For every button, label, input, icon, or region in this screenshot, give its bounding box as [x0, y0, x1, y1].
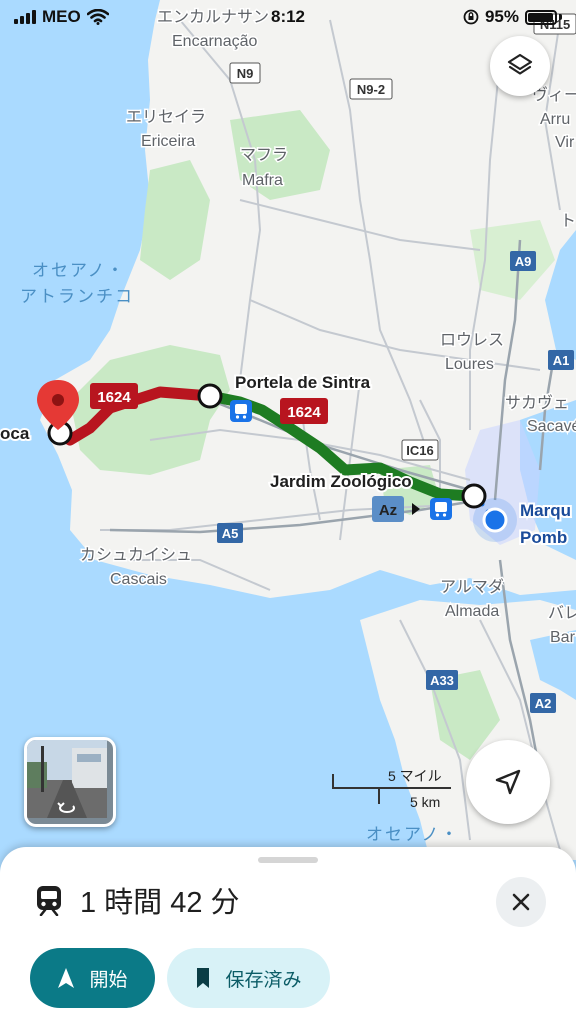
label-vila: Vir: [555, 134, 575, 151]
trip-duration: 1 時間 42 分: [80, 887, 240, 919]
saved-button[interactable]: 保存済み: [167, 948, 330, 1008]
label-ocean-south-jp: オセアノ・: [366, 825, 459, 844]
scale-imperial: 5 マイル: [388, 768, 442, 784]
svg-text:A5: A5: [222, 526, 239, 541]
svg-text:N9-2: N9-2: [357, 82, 385, 97]
map-scale: 5 マイル 5 km: [332, 766, 452, 810]
trip-duration-row: 1 時間 42 分: [34, 879, 240, 921]
bookmark-icon: [197, 968, 210, 988]
label-sacavem-jp: サカヴェ: [505, 394, 569, 412]
label-almada-jp: アルマダ: [440, 578, 504, 596]
label-ocean-jp-2: アトランチコ: [20, 287, 134, 306]
start-button[interactable]: 開始: [30, 948, 155, 1008]
battery-percentage: 95%: [484, 7, 519, 26]
label-barreiro: Bar: [550, 629, 576, 646]
locate-button[interactable]: [466, 740, 550, 824]
layers-icon: [507, 53, 533, 75]
label-sacavem: Sacavé: [527, 418, 576, 435]
saved-label: 保存済み: [225, 969, 302, 991]
label-almada: Almada: [445, 603, 499, 620]
label-marques-1: Marqu: [520, 501, 571, 520]
label-east-jp: ト: [560, 213, 576, 230]
label-ocean-jp-1: オセアノ・: [32, 261, 125, 280]
road-shield-a5: A5: [217, 523, 243, 543]
label-mafra: Mafra: [242, 172, 283, 189]
scale-metric: 5 km: [410, 794, 441, 810]
train-icon: [430, 498, 452, 520]
road-shield-a33: A33: [426, 670, 458, 690]
navigation-arrow-icon: [58, 968, 75, 988]
label-jardim-zoologico: Jardim Zoológico: [270, 472, 412, 491]
battery-tip: [559, 14, 562, 20]
label-cascais-jp: カシュカイシュ: [80, 547, 192, 564]
label-loures: Loures: [445, 356, 494, 373]
road-shield-n9: N9: [229, 62, 261, 84]
navigation-arrow-icon: [495, 769, 521, 795]
start-label: 開始: [89, 969, 128, 991]
svg-text:1624: 1624: [287, 404, 321, 421]
svg-text:A2: A2: [535, 696, 552, 711]
road-shield-n9-2: N9-2: [349, 78, 393, 100]
my-location-dot: [482, 507, 508, 533]
status-bar: MEO 8:12 95%: [0, 0, 576, 34]
close-button[interactable]: [496, 877, 546, 927]
orientation-lock-icon: [463, 9, 479, 25]
label-marques-2: Pomb: [520, 528, 567, 547]
route-bottom-sheet[interactable]: 1 時間 42 分 開始 保存済み: [0, 847, 576, 1024]
label-barreiro-jp: バレ: [548, 605, 576, 622]
street-view-thumbnail[interactable]: [24, 737, 116, 827]
stop-jardim: [461, 483, 487, 509]
bus-number-badge-2: 1624: [280, 398, 328, 424]
road-shield-a9: A9: [510, 251, 536, 271]
label-loures-jp: ロウレス: [440, 331, 504, 349]
label-encarnacao: Encarnação: [172, 33, 257, 50]
stop-portela: [197, 383, 223, 409]
svg-text:N9: N9: [237, 66, 254, 81]
layers-button[interactable]: [490, 36, 550, 96]
svg-text:A9: A9: [515, 254, 532, 269]
label-portela-de-sintra: Portela de Sintra: [235, 373, 371, 392]
label-mafra-jp: マフラ: [240, 147, 288, 164]
svg-text:IC16: IC16: [406, 443, 433, 458]
map-view[interactable]: 1624 1624 Az N115 N9 N9-2 A9 A1 IC16 A5 …: [0, 0, 576, 860]
label-arruda: Arru: [540, 111, 570, 128]
clock: 8:12: [270, 7, 306, 26]
road-shield-a2: A2: [530, 693, 556, 713]
svg-text:A1: A1: [553, 353, 570, 368]
battery-icon: [525, 9, 557, 25]
label-ericeira: Ericeira: [141, 133, 195, 150]
bus-number-badge-1: 1624: [90, 383, 138, 409]
sheet-drag-handle[interactable]: [258, 857, 318, 863]
svg-text:Az: Az: [379, 502, 397, 519]
label-cabo-da-roca: oca: [0, 424, 30, 443]
svg-text:1624: 1624: [97, 389, 131, 406]
road-shield-ic16: IC16: [401, 439, 439, 461]
train-icon: [230, 400, 252, 422]
close-icon: [512, 893, 530, 911]
label-cascais: Cascais: [110, 571, 167, 588]
street-view-image: [27, 740, 107, 818]
road-shield-a1: A1: [548, 350, 574, 370]
train-icon: [37, 886, 61, 916]
svg-text:A33: A33: [430, 673, 454, 688]
label-ericeira-jp: エリセイラ: [126, 109, 206, 126]
